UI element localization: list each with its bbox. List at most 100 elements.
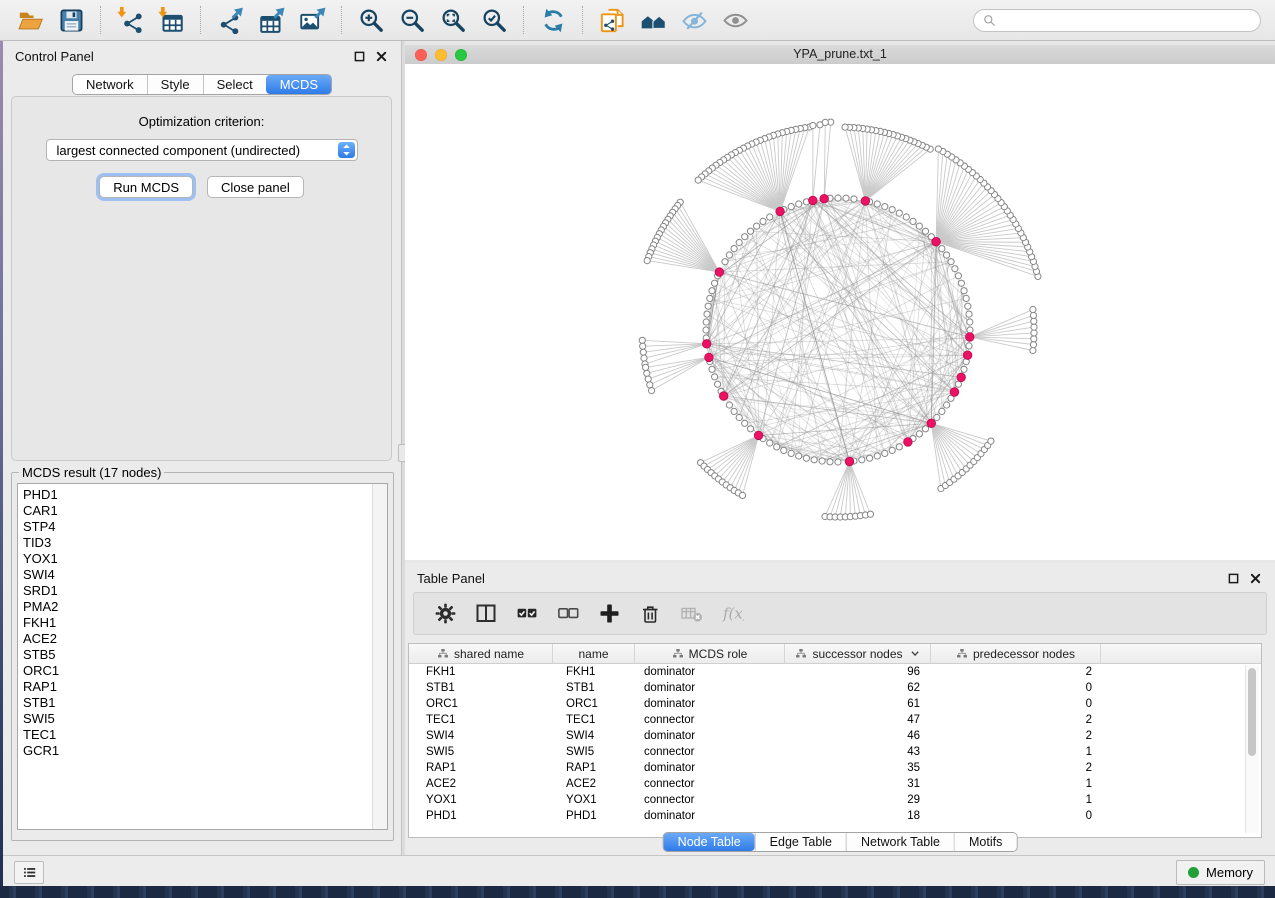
graph-node[interactable] — [726, 252, 732, 258]
table-cell[interactable]: 2 — [931, 760, 1101, 776]
graph-node[interactable] — [726, 402, 732, 408]
graph-hub-node[interactable] — [754, 431, 763, 440]
table-cell[interactable]: YOX1 — [409, 792, 553, 808]
table-cell[interactable]: 2 — [931, 712, 1101, 728]
graph-node[interactable] — [967, 319, 973, 325]
graph-leaf-node[interactable] — [643, 364, 649, 370]
graph-node[interactable] — [874, 201, 880, 207]
graph-leaf-node[interactable] — [739, 492, 745, 498]
graph-leaf-node[interactable] — [639, 337, 645, 343]
table-cell[interactable]: STB1 — [409, 680, 553, 696]
table-cell[interactable]: PHD1 — [409, 808, 553, 824]
graph-hub-node[interactable] — [861, 197, 870, 206]
graph-node[interactable] — [955, 381, 961, 387]
graph-node[interactable] — [774, 444, 780, 450]
table-cell[interactable]: ACE2 — [553, 776, 635, 792]
table-cell[interactable]: RAP1 — [553, 760, 635, 776]
table-cell[interactable]: dominator — [635, 760, 785, 776]
deselect-all-button[interactable] — [555, 602, 581, 626]
table-cell[interactable]: 1 — [931, 792, 1101, 808]
table-row[interactable]: STB1STB1dominator620 — [409, 680, 1261, 696]
graph-node[interactable] — [747, 426, 753, 432]
graph-hub-node[interactable] — [702, 340, 711, 349]
graph-node[interactable] — [966, 311, 972, 317]
table-cell[interactable]: 0 — [931, 808, 1101, 824]
graph-node[interactable] — [910, 218, 916, 224]
graph-node[interactable] — [867, 455, 873, 461]
graph-node[interactable] — [843, 195, 849, 201]
network-graph[interactable] — [405, 64, 1275, 560]
graph-node[interactable] — [707, 295, 713, 301]
graph-node[interactable] — [903, 214, 909, 220]
graph-hub-node[interactable] — [957, 373, 966, 382]
graph-hub-node[interactable] — [719, 392, 728, 401]
graph-leaf-node[interactable] — [842, 124, 848, 130]
graph-node[interactable] — [712, 280, 718, 286]
select-all-button[interactable] — [514, 602, 540, 626]
close-panel-button[interactable]: Close panel — [207, 176, 304, 198]
tab-style[interactable]: Style — [147, 75, 203, 94]
graph-node[interactable] — [934, 414, 940, 420]
table-cell[interactable]: 29 — [785, 792, 931, 808]
graph-hub-node[interactable] — [845, 457, 854, 466]
graph-node[interactable] — [827, 459, 833, 465]
graph-node[interactable] — [703, 319, 709, 325]
table-cell[interactable]: 1 — [931, 744, 1101, 760]
float-panel-icon[interactable] — [351, 48, 367, 64]
graph-node[interactable] — [958, 280, 964, 286]
table-cell[interactable]: TEC1 — [409, 712, 553, 728]
graph-node[interactable] — [889, 207, 895, 213]
table-cell[interactable]: 47 — [785, 712, 931, 728]
float-table-panel-icon[interactable] — [1225, 570, 1241, 586]
first-neighbors-button[interactable] — [633, 4, 674, 37]
graph-node[interactable] — [742, 234, 748, 240]
duplicate-network-button[interactable] — [592, 4, 633, 37]
graph-node[interactable] — [709, 288, 715, 294]
graph-leaf-node[interactable] — [988, 438, 994, 444]
graph-hub-node[interactable] — [966, 333, 975, 342]
tab-network-table[interactable]: Network Table — [846, 833, 954, 851]
table-cell[interactable]: connector — [635, 792, 785, 808]
graph-leaf-node[interactable] — [1031, 324, 1037, 330]
graph-node[interactable] — [796, 201, 802, 207]
graph-leaf-node[interactable] — [649, 388, 655, 394]
graph-node[interactable] — [952, 266, 958, 272]
zoom-in-button[interactable] — [351, 4, 392, 37]
table-cell[interactable]: 1 — [931, 776, 1101, 792]
graph-node[interactable] — [916, 223, 922, 229]
graph-hub-node[interactable] — [809, 196, 818, 205]
graph-leaf-node[interactable] — [867, 511, 873, 517]
graph-node[interactable] — [712, 374, 718, 380]
hide-selected-button[interactable] — [674, 4, 715, 37]
table-options-button[interactable] — [432, 602, 458, 626]
column-header-shared-name[interactable]: shared name — [409, 644, 553, 663]
graph-hub-node[interactable] — [963, 351, 972, 360]
graph-node[interactable] — [955, 273, 961, 279]
graph-node[interactable] — [703, 327, 709, 333]
table-cell[interactable]: 43 — [785, 744, 931, 760]
graph-node[interactable] — [705, 303, 711, 309]
table-cell[interactable]: SWI4 — [409, 728, 553, 744]
graph-node[interactable] — [803, 455, 809, 461]
graph-node[interactable] — [916, 431, 922, 437]
graph-leaf-node[interactable] — [641, 355, 647, 361]
graph-node[interactable] — [939, 408, 945, 414]
graph-node[interactable] — [781, 447, 787, 453]
column-header-predecessor-nodes[interactable]: predecessor nodes — [931, 644, 1101, 663]
graph-node[interactable] — [747, 228, 753, 234]
graph-node[interactable] — [882, 450, 888, 456]
graph-node[interactable] — [851, 196, 857, 202]
table-cell[interactable]: 96 — [785, 664, 931, 680]
table-row[interactable]: SWI4SWI4dominator462 — [409, 728, 1261, 744]
graph-node[interactable] — [963, 295, 969, 301]
graph-leaf-node[interactable] — [1031, 330, 1037, 336]
table-cell[interactable]: ORC1 — [409, 696, 553, 712]
close-panel-icon[interactable] — [373, 48, 389, 64]
graph-node[interactable] — [736, 239, 742, 245]
graph-node[interactable] — [961, 366, 967, 372]
graph-node[interactable] — [965, 303, 971, 309]
export-network-button[interactable] — [210, 4, 251, 37]
graph-node[interactable] — [819, 458, 825, 464]
graph-node[interactable] — [896, 210, 902, 216]
zoom-out-button[interactable] — [392, 4, 433, 37]
